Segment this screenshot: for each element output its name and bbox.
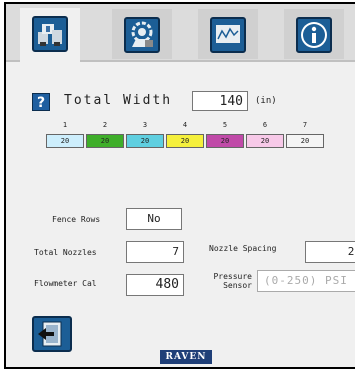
section-number: 1 [62, 121, 68, 129]
section-width-field[interactable]: 20 [166, 134, 204, 148]
back-exit-icon [38, 321, 62, 347]
section-width-field[interactable]: 20 [46, 134, 84, 148]
brand-logo: RAVEN [160, 350, 212, 364]
pressure-sensor-label-line1: Pressure [213, 272, 252, 281]
section-width-field[interactable]: 20 [286, 134, 324, 148]
total-width-field[interactable]: 140 [192, 91, 248, 111]
fence-rows-field[interactable]: No [126, 208, 182, 230]
section-width-field[interactable]: 20 [206, 134, 244, 148]
fence-rows-label: Fence Rows [52, 215, 101, 224]
help-button-label: ? [36, 95, 46, 111]
help-button[interactable]: ? [32, 93, 50, 111]
tab-settings[interactable] [112, 9, 172, 59]
total-nozzles-field[interactable]: 7 [126, 241, 184, 263]
settings-gear-icon [124, 17, 160, 53]
flowmeter-cal-field[interactable]: 480 [126, 274, 184, 296]
pressure-sensor-field[interactable]: (0-250) PSI [257, 270, 355, 292]
section-number: 4 [182, 121, 188, 129]
section-number: 5 [222, 121, 228, 129]
nozzle-spacing-label: Nozzle Spacing [209, 244, 277, 253]
tab-bar [6, 4, 355, 62]
section-width-field[interactable]: 20 [246, 134, 284, 148]
section-width-field[interactable]: 20 [86, 134, 124, 148]
pressure-sensor-label-line2: Sensor [223, 281, 252, 290]
screen: ? Total Width 140 (in) 1 20 2 20 3 20 4 20 5 20 6 2… [0, 0, 355, 373]
tab-info[interactable] [284, 9, 344, 59]
total-width-unit: (in) [255, 96, 277, 106]
total-nozzles-label: Total Nozzles [34, 248, 97, 257]
back-button[interactable] [32, 316, 72, 352]
nozzle-spacing-field[interactable]: 20 [305, 241, 355, 263]
section-width-field[interactable]: 20 [126, 134, 164, 148]
graph-icon [210, 17, 246, 53]
section-number: 7 [302, 121, 308, 129]
tab-graph[interactable] [198, 9, 258, 59]
app-frame: ? Total Width 140 (in) 1 20 2 20 3 20 4 20 5 20 6 2… [4, 2, 355, 369]
section-number: 6 [262, 121, 268, 129]
info-icon [296, 17, 332, 53]
tab-machine-config[interactable] [20, 8, 80, 62]
total-width-label: Total Width [64, 93, 173, 108]
section-number: 3 [142, 121, 148, 129]
machine-config-icon [32, 16, 68, 52]
pressure-sensor-label: Pressure Sensor [212, 272, 252, 290]
section-number: 2 [102, 121, 108, 129]
flowmeter-cal-label: Flowmeter Cal [34, 279, 97, 288]
